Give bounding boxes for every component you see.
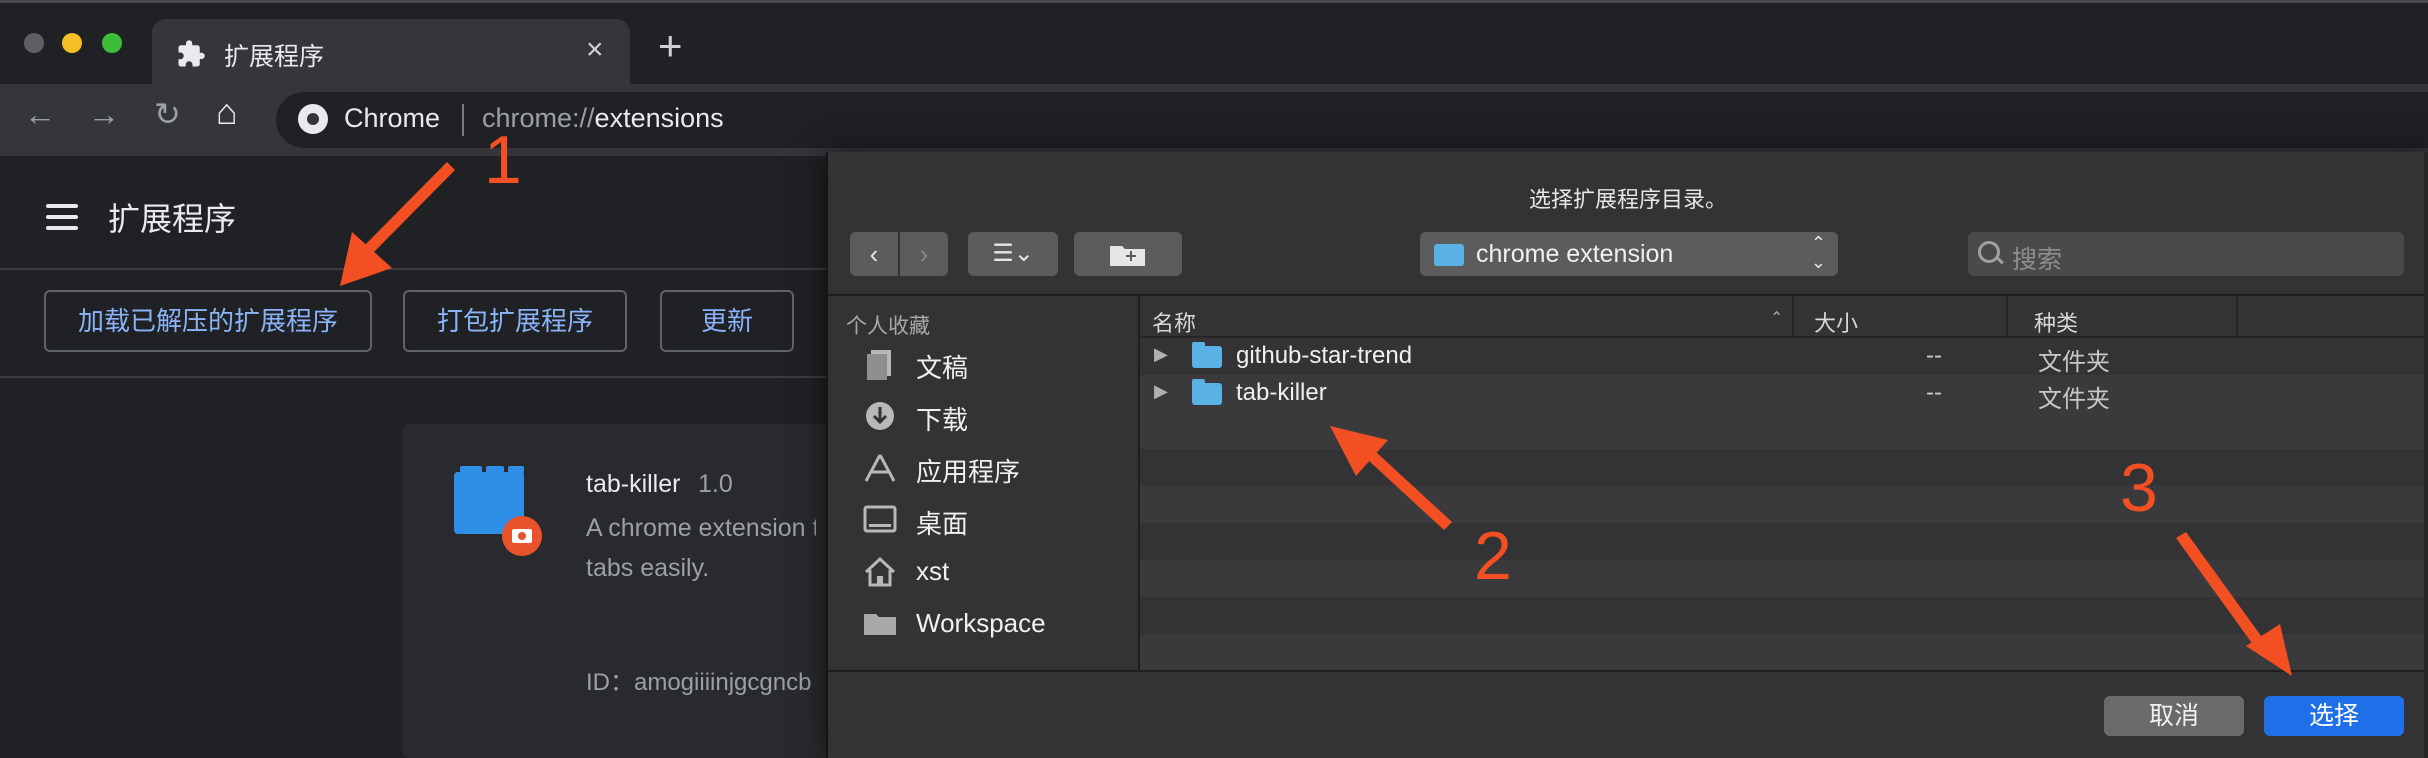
extension-id: ID：amogiiiinjgcgncb xyxy=(586,669,812,696)
empty-row xyxy=(1140,634,2428,671)
sort-ascending-icon: ⌃ xyxy=(1770,310,1784,327)
favorites-heading: 个人收藏 xyxy=(846,315,930,338)
empty-row xyxy=(1140,560,2428,597)
disclosure-triangle-icon[interactable]: ▶ xyxy=(1154,344,1168,365)
sidebar-item-label: xst xyxy=(916,556,950,586)
menu-icon[interactable] xyxy=(46,204,78,237)
description-line: A chrome extension t xyxy=(586,514,816,542)
disclosure-triangle-icon[interactable]: ▶ xyxy=(1154,381,1168,402)
back-arrow-icon[interactable]: ← xyxy=(24,98,56,130)
search-placeholder: 搜索 xyxy=(2012,246,2063,274)
column-header-name[interactable]: 名称 xyxy=(1152,306,1196,338)
downloads-icon xyxy=(862,400,898,432)
omnibox-divider xyxy=(462,104,464,136)
file-list: 名称 ⌃ 大小 种类 ▶ github-star-trend -- 文件夹 ▶ … xyxy=(1140,296,2428,671)
search-icon xyxy=(1978,241,2000,263)
forward-chevron-icon[interactable]: › xyxy=(900,232,948,276)
folder-icon xyxy=(862,608,898,640)
sidebar-item-label: Workspace xyxy=(916,608,1046,638)
choose-button[interactable]: 选择 xyxy=(2264,696,2404,736)
list-view-icon[interactable]: ☰⌄ xyxy=(968,232,1058,276)
address-bar[interactable]: Chrome chrome://extensions xyxy=(276,92,2428,148)
tab-extensions[interactable]: 扩展程序 × xyxy=(152,19,630,87)
column-header-kind[interactable]: 种类 xyxy=(2034,306,2078,338)
tab-title: 扩展程序 xyxy=(224,43,325,71)
file-name: github-star-trend xyxy=(1236,342,1413,369)
extension-description: A chrome extension t tabs easily. xyxy=(586,508,816,588)
url-path: extensions xyxy=(594,103,724,133)
sidebar-item-label: 下载 xyxy=(916,405,969,435)
description-line: tabs easily. xyxy=(586,554,710,582)
folder-icon xyxy=(1434,244,1464,266)
zoom-window-button[interactable] xyxy=(102,33,122,53)
cancel-button[interactable]: 取消 xyxy=(2104,696,2244,736)
file-chooser-dialog: 选择扩展程序目录。 ‹ › ☰⌄ chrome extension ⌃ ⌄ 搜索 … xyxy=(826,152,2428,758)
column-divider xyxy=(2236,296,2238,336)
new-tab-button[interactable]: + xyxy=(658,25,683,67)
puzzle-icon xyxy=(176,39,206,75)
dialog-title: 选择扩展程序目录。 xyxy=(1528,187,1727,212)
documents-icon xyxy=(862,348,898,380)
close-window-button[interactable] xyxy=(24,33,44,53)
column-divider xyxy=(1792,296,1794,336)
new-folder-icon xyxy=(1110,246,1145,266)
annotation-number: 3 xyxy=(2120,450,2158,526)
extension-version: 1.0 xyxy=(698,470,733,498)
dialog-sidebar: 个人收藏 文稿 下载 应用程序 桌面 xst Workspace xyxy=(828,296,1140,670)
dialog-edge xyxy=(2424,152,2428,758)
tab-strip: 扩展程序 × + xyxy=(0,0,2428,87)
update-button[interactable]: 更新 xyxy=(660,290,794,352)
folder-icon xyxy=(1192,379,1222,405)
load-unpacked-button[interactable]: 加载已解压的扩展程序 xyxy=(44,290,372,352)
extension-icon xyxy=(454,466,542,556)
empty-row xyxy=(1140,486,2428,523)
tab-close-icon[interactable]: × xyxy=(586,33,604,67)
extension-name: tab-killer xyxy=(586,470,681,498)
location-popup[interactable]: chrome extension ⌃ ⌄ xyxy=(1420,232,1838,276)
home-icon xyxy=(862,556,898,588)
reload-icon[interactable]: ↻ xyxy=(154,98,181,130)
location-label: chrome extension xyxy=(1476,240,1674,268)
column-divider xyxy=(2006,296,2008,336)
file-size: -- xyxy=(1926,379,1942,406)
back-chevron-icon[interactable]: ‹ xyxy=(850,232,898,276)
pack-extension-button[interactable]: 打包扩展程序 xyxy=(403,290,627,352)
file-kind: 文件夹 xyxy=(2038,386,2110,413)
file-kind: 文件夹 xyxy=(2038,349,2110,376)
sidebar-item-label: 文稿 xyxy=(916,353,969,383)
page-title: 扩展程序 xyxy=(108,201,237,237)
file-name: tab-killer xyxy=(1236,379,1327,406)
minimize-window-button[interactable] xyxy=(62,33,82,53)
annotation-number: 1 xyxy=(484,122,522,198)
home-icon[interactable]: ⌂ xyxy=(216,94,238,130)
file-size: -- xyxy=(1926,342,1942,369)
column-header-size[interactable]: 大小 xyxy=(1814,306,1858,338)
forward-arrow-icon[interactable]: → xyxy=(88,98,120,130)
dialog-divider xyxy=(828,670,2428,672)
annotation-number: 2 xyxy=(1474,518,1512,594)
search-input[interactable]: 搜索 xyxy=(1968,232,2404,276)
sidebar-item-label: 桌面 xyxy=(916,509,969,539)
omnibox-origin-label: Chrome xyxy=(344,103,441,133)
new-folder-button[interactable] xyxy=(1074,232,1182,276)
up-down-chevron-icon: ⌃ ⌄ xyxy=(1810,233,1826,272)
empty-row xyxy=(1140,412,2428,449)
browser-toolbar: ← → ↻ ⌂ Chrome chrome://extensions xyxy=(0,84,2428,156)
desktop-icon xyxy=(862,504,898,536)
table-row[interactable]: ▶ tab-killer -- 文件夹 xyxy=(1140,375,2428,413)
folder-icon xyxy=(1192,342,1222,368)
applications-icon xyxy=(862,452,898,484)
table-row[interactable]: ▶ github-star-trend -- 文件夹 xyxy=(1140,338,2428,376)
chrome-icon xyxy=(298,104,328,134)
sidebar-item-label: 应用程序 xyxy=(916,457,1021,487)
